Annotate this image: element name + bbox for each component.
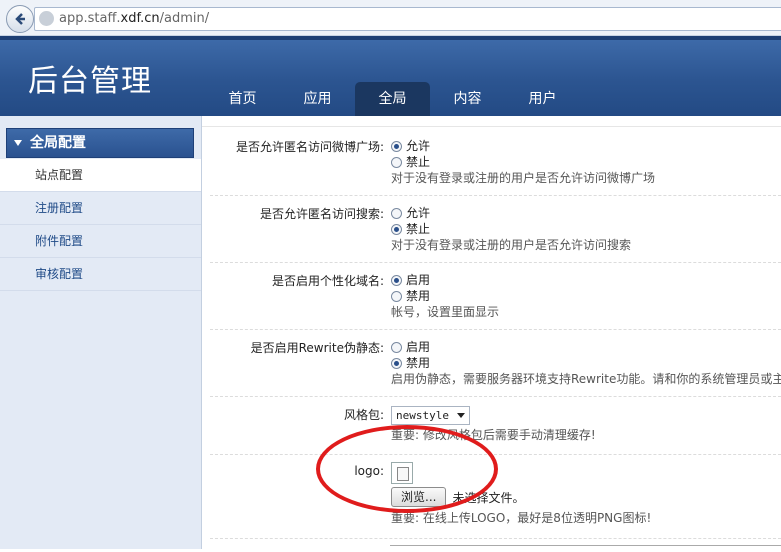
- setting-row-style: 风格包: newstyle 重要: 修改风格包后需要手动清理缓存!: [210, 406, 781, 455]
- setting-label: 是否启用Rewrite伪静态:: [250, 341, 384, 355]
- radio-checked-icon: [391, 140, 402, 152]
- radio-allow[interactable]: 允许: [391, 138, 781, 154]
- setting-hint: 帐号，设置里面显示: [391, 305, 500, 319]
- browser-address-bar: app.staff.xdf.cn/admin/: [0, 0, 781, 36]
- setting-row-search: 是否允许匿名访问搜索: 允许 禁止 对于没有登录或注册的用户是否允许访问搜索: [210, 205, 781, 263]
- radio-checked-icon: [391, 357, 402, 369]
- radio-disable[interactable]: 禁用: [391, 355, 781, 371]
- nav-apps[interactable]: 应用: [280, 82, 355, 116]
- setting-hint: 启用伪静态，需要服务器环境支持Rewrite功能。请和你的系统管理员或主: [391, 372, 781, 386]
- style-select[interactable]: newstyle: [391, 406, 470, 425]
- radio-checked-icon: [391, 223, 402, 235]
- radio-enable[interactable]: 启用: [391, 272, 781, 288]
- nav-global[interactable]: 全局: [355, 82, 430, 116]
- url-field[interactable]: app.staff.xdf.cn/admin/: [34, 7, 781, 31]
- admin-header: 后台管理 首页 应用 全局 内容 用户: [0, 36, 781, 116]
- nav-users[interactable]: 用户: [505, 82, 580, 116]
- radio-disable[interactable]: 禁用: [391, 288, 781, 304]
- dropdown-arrow-icon: [456, 413, 465, 418]
- sidebar-group-global-config[interactable]: 全局配置: [6, 128, 194, 158]
- sidebar-item-attachment-config[interactable]: 附件配置: [0, 225, 201, 258]
- top-nav: 首页 应用 全局 内容 用户: [205, 82, 580, 116]
- sidebar: 全局配置 站点配置 注册配置 附件配置 审核配置: [0, 116, 202, 549]
- site-title: 后台管理: [28, 64, 152, 99]
- setting-row-domain: 是否启用个性化域名: 启用 禁用 帐号，设置里面显示: [210, 272, 781, 330]
- back-arrow-icon[interactable]: [6, 5, 34, 33]
- setting-hint: 重要: 在线上传LOGO，最好是8位透明PNG图标!: [391, 511, 652, 525]
- sidebar-item-register-config[interactable]: 注册配置: [0, 192, 201, 225]
- radio-unchecked-icon: [391, 156, 402, 168]
- radio-unchecked-icon: [391, 290, 402, 302]
- nav-home[interactable]: 首页: [205, 82, 280, 116]
- setting-label: 是否允许匿名访问搜索:: [259, 207, 384, 221]
- radio-allow[interactable]: 允许: [391, 205, 781, 221]
- setting-label: 是否启用个性化域名:: [271, 274, 384, 288]
- annotation-circle: [316, 425, 498, 513]
- radio-unchecked-icon: [391, 207, 402, 219]
- setting-hint: 对于没有登录或注册的用户是否允许访问微博广场: [391, 171, 656, 185]
- url-text: app.staff.xdf.cn/admin/: [59, 11, 210, 26]
- sidebar-item-site-config[interactable]: 站点配置: [0, 159, 201, 192]
- radio-enable[interactable]: 启用: [391, 339, 781, 355]
- sidebar-list: 站点配置 注册配置 附件配置 审核配置: [0, 159, 201, 291]
- caret-down-icon: [14, 140, 22, 146]
- setting-label: 是否允许匿名访问微博广场:: [235, 140, 384, 154]
- page-icon: [39, 11, 54, 26]
- radio-deny[interactable]: 禁止: [391, 221, 781, 237]
- radio-checked-icon: [391, 274, 402, 286]
- nav-content[interactable]: 内容: [430, 82, 505, 116]
- setting-label: 风格包:: [343, 408, 384, 422]
- radio-deny[interactable]: 禁止: [391, 154, 781, 170]
- radio-unchecked-icon: [391, 341, 402, 353]
- setting-hint: 对于没有登录或注册的用户是否允许访问搜索: [391, 238, 632, 252]
- setting-row-weibo: 是否允许匿名访问微博广场: 允许 禁止 对于没有登录或注册的用户是否允许访问微博…: [210, 138, 781, 196]
- setting-row-rewrite: 是否启用Rewrite伪静态: 启用 禁用 启用伪静态，需要服务器环境支持Rew…: [210, 339, 781, 397]
- sidebar-item-review-config[interactable]: 审核配置: [0, 258, 201, 291]
